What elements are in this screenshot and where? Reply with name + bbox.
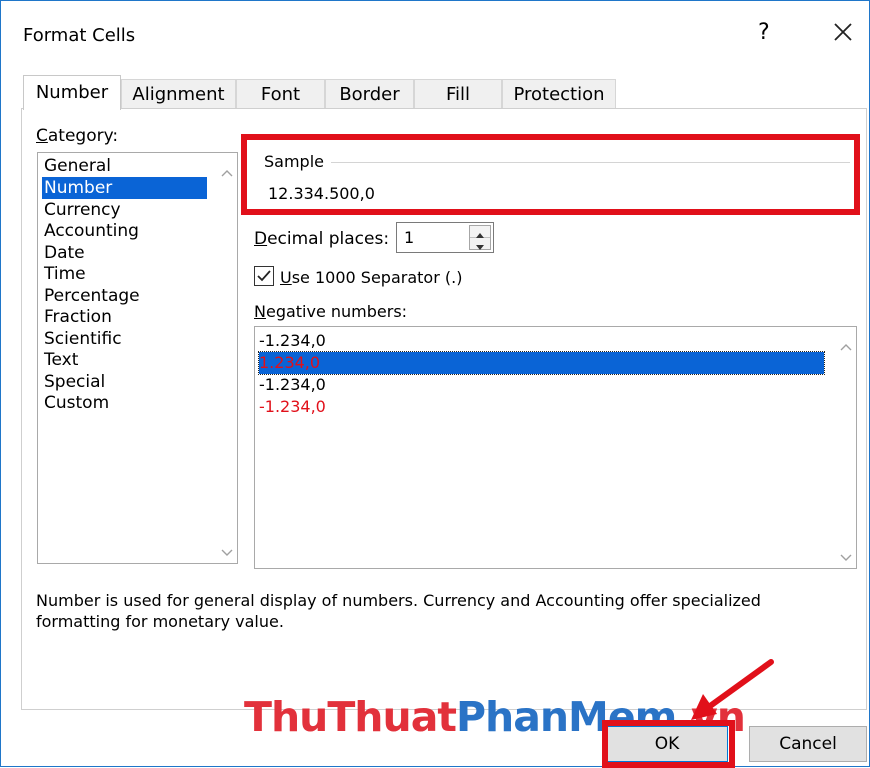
category-item-accounting[interactable]: Accounting	[42, 220, 139, 242]
category-item-special[interactable]: Special	[42, 371, 105, 393]
category-item-general[interactable]: General	[42, 155, 111, 177]
decimal-places-label: Decimal places:	[254, 229, 390, 249]
ok-highlight-box	[602, 720, 735, 768]
negative-item[interactable]: -1.234,0	[259, 396, 326, 418]
tab-fill[interactable]: Fill	[414, 79, 502, 108]
tab-border[interactable]: Border	[325, 79, 414, 108]
category-item-number[interactable]: Number	[42, 177, 207, 199]
category-item-time[interactable]: Time	[42, 263, 86, 285]
scroll-down-icon[interactable]	[840, 548, 852, 561]
scroll-up-icon[interactable]	[221, 163, 233, 177]
tab-font[interactable]: Font	[236, 79, 325, 108]
dialog-title: Format Cells	[23, 25, 136, 46]
category-description: Number is used for general display of nu…	[36, 590, 836, 632]
negative-item[interactable]: -1.234,0	[259, 330, 326, 352]
tab-alignment[interactable]: Alignment	[121, 79, 236, 108]
scroll-down-icon[interactable]	[221, 543, 233, 556]
spin-up-button[interactable]	[470, 226, 490, 238]
category-scrollbar[interactable]	[217, 153, 237, 563]
description-line: Number is used for general display of nu…	[36, 591, 761, 610]
spin-buttons	[469, 225, 491, 250]
category-list[interactable]: General Number Currency Accounting Date …	[37, 152, 238, 564]
category-item-custom[interactable]: Custom	[42, 392, 109, 414]
arrow-annotation-icon	[691, 659, 774, 720]
title-bar: Format Cells ?	[1, 1, 869, 67]
sample-highlight-box	[241, 134, 860, 215]
tab-strip: Number Alignment Font Border Fill Protec…	[23, 75, 616, 110]
cancel-button[interactable]: Cancel	[749, 726, 867, 762]
format-cells-dialog: Format Cells ? Number Alignment Font Bor…	[0, 0, 870, 768]
close-icon[interactable]	[829, 18, 857, 46]
checkmark-icon	[257, 270, 271, 282]
tab-number[interactable]: Number	[23, 75, 121, 110]
category-item-currency[interactable]: Currency	[42, 199, 121, 221]
category-item-text[interactable]: Text	[42, 349, 78, 371]
negative-item-selected[interactable]: 1.234,0	[258, 351, 825, 375]
negative-numbers-label: Negative numbers:	[254, 302, 408, 321]
category-item-fraction[interactable]: Fraction	[42, 306, 112, 328]
description-line: formatting for monetary value.	[36, 612, 284, 631]
category-item-scientific[interactable]: Scientific	[42, 328, 122, 350]
category-label: Category:	[36, 126, 119, 146]
decimal-places-stepper[interactable]: 1	[396, 222, 494, 253]
negative-scrollbar[interactable]	[836, 327, 856, 568]
use-separator-label[interactable]: Use 1000 Separator (.)	[280, 268, 462, 287]
negative-numbers-list[interactable]: -1.234,0 1.234,0 -1.234,0 -1.234,0	[254, 326, 857, 569]
category-item-percentage[interactable]: Percentage	[42, 285, 140, 307]
decimal-places-value[interactable]: 1	[404, 228, 414, 247]
category-item-date[interactable]: Date	[42, 242, 85, 264]
spin-down-button[interactable]	[470, 238, 490, 250]
tab-protection[interactable]: Protection	[502, 79, 616, 108]
help-button[interactable]: ?	[758, 20, 770, 45]
use-separator-checkbox[interactable]	[254, 266, 274, 286]
negative-item[interactable]: -1.234,0	[259, 374, 326, 396]
scroll-up-icon[interactable]	[840, 337, 852, 351]
